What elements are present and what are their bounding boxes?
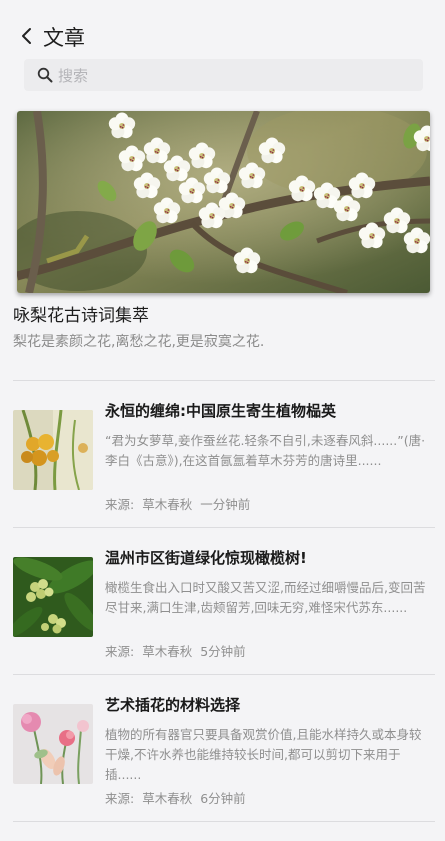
header: 文章	[0, 0, 445, 56]
article-meta: 来源: 草木春秋 5分钟前	[105, 643, 254, 661]
timestamp: 5分钟前	[200, 644, 246, 659]
page-title: 文章	[43, 26, 85, 50]
article-title: 艺术插花的材料选择	[105, 696, 241, 714]
article-thumbnail	[13, 410, 93, 490]
featured-subtitle: 梨花是素颜之花,离愁之花,更是寂寞之花.	[13, 334, 265, 350]
article-summary: 橄榄生食出入口时又酸又苦又涩,而经过细嚼慢品后,变回苦尽甘来,满口生津,齿颊留芳…	[105, 580, 426, 615]
source-label: 来源:	[105, 644, 135, 659]
timestamp: 一分钟前	[200, 497, 251, 512]
list-item[interactable]: 艺术插花的材料选择 植物的所有器官只要具备观赏价值,且能水样持久或本身较干燥,不…	[0, 674, 445, 821]
source-label: 来源:	[105, 791, 135, 806]
article-title: 永恒的缠绵:中国原生寄生植物榀英	[105, 402, 337, 420]
chevron-left-icon	[22, 28, 31, 44]
list-item[interactable]: 温州市区街道绿化惊现橄榄树! 橄榄生食出入口时又酸又苦又涩,而经过细嚼慢品后,变…	[0, 527, 445, 674]
article-meta: 来源: 草木春秋 一分钟前	[105, 496, 258, 514]
article-meta: 来源: 草木春秋 6分钟前	[105, 790, 254, 808]
search-icon	[37, 67, 53, 83]
timestamp: 6分钟前	[200, 791, 246, 806]
search-bar[interactable]	[24, 59, 423, 91]
featured-image[interactable]	[17, 111, 430, 293]
article-thumbnail	[13, 704, 93, 784]
article-summary: 植物的所有器官只要具备观赏价值,且能水样持久或本身较干燥,不许水养也能维持较长时…	[105, 727, 422, 782]
article-title: 温州市区街道绿化惊现橄榄树!	[105, 549, 307, 567]
article-summary: “君为女萝草,妾作蚕丝花.轻条不自引,未逐春风斜......”(唐·李白《古意》…	[105, 433, 426, 468]
source-label: 来源:	[105, 497, 135, 512]
featured-title[interactable]: 咏梨花古诗词集萃	[13, 304, 149, 328]
search-input[interactable]	[56, 61, 410, 91]
list-item[interactable]: 永恒的缠绵:中国原生寄生植物榀英 “君为女萝草,妾作蚕丝花.轻条不自引,未逐春风…	[0, 380, 445, 527]
divider	[13, 821, 435, 822]
source-name: 草木春秋	[142, 791, 193, 806]
source-name: 草木春秋	[142, 497, 193, 512]
article-list-page: 文章 搜索 咏梨花古诗词集萃 梨花是素颜之花,离愁之花,更是寂寞之花. 永恒的缠…	[0, 0, 445, 841]
back-button[interactable]	[18, 26, 36, 48]
source-name: 草木春秋	[142, 644, 193, 659]
article-thumbnail	[13, 557, 93, 637]
